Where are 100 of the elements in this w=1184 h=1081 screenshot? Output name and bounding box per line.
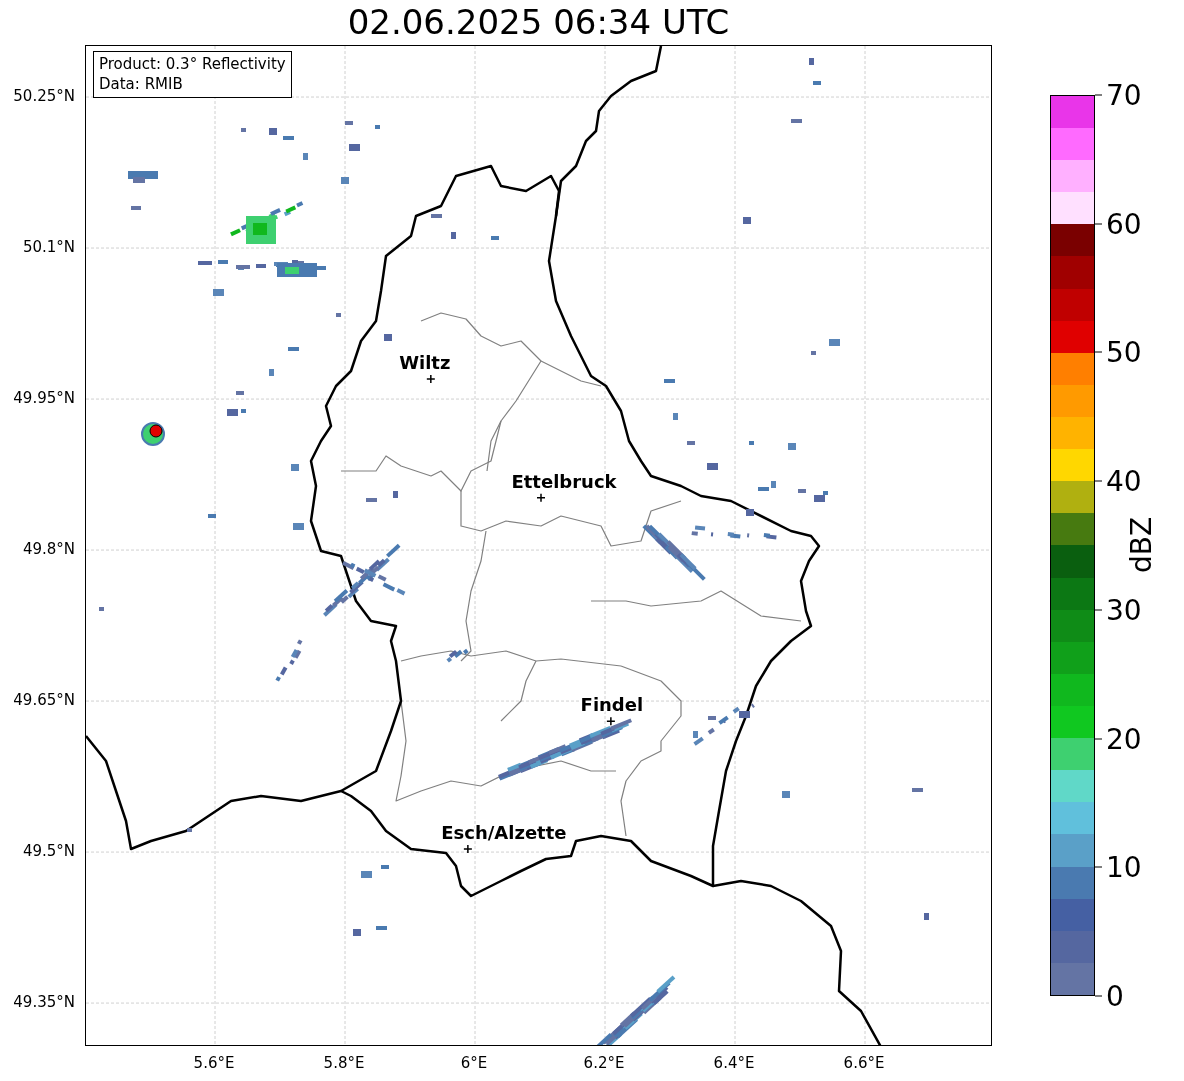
- radar-echo: [912, 788, 923, 792]
- color-swatch: [1051, 320, 1094, 353]
- color-swatch: [1051, 449, 1094, 482]
- radar-echo: [283, 136, 294, 140]
- radar-echo: [788, 443, 796, 450]
- latitude-label: 50.25°N: [13, 87, 75, 106]
- radar-echo: [664, 379, 675, 383]
- colorbar-tick-label: 10: [1095, 850, 1142, 884]
- color-swatch: [1051, 641, 1094, 674]
- color-swatch: [1051, 673, 1094, 706]
- info-text: Data: RMIB: [99, 74, 184, 94]
- radar-echo: [431, 214, 442, 218]
- color-swatch: [1051, 834, 1094, 867]
- map-title: 02.06.2025 06:34 UTC: [347, 5, 730, 39]
- color-swatch: [1051, 898, 1094, 931]
- longitude-label: 6°E: [460, 1054, 488, 1072]
- radar-echo: [687, 441, 695, 445]
- radar-echo: [213, 289, 224, 296]
- radar-echo: [288, 347, 299, 351]
- radar-echo: [303, 153, 308, 160]
- radar-echo: [798, 489, 806, 493]
- radar-echo: [829, 339, 840, 346]
- radar-echo: [924, 913, 929, 920]
- radar-echo: [227, 409, 238, 416]
- color-swatch: [1051, 352, 1094, 385]
- colorbar-tick-label: 40: [1095, 464, 1142, 498]
- color-swatch: [1051, 95, 1094, 129]
- radar-echo: [208, 514, 216, 518]
- color-swatch: [1051, 577, 1094, 610]
- radar-echo: [376, 926, 387, 930]
- color-swatch: [1051, 481, 1094, 514]
- radar-echo: [782, 791, 790, 798]
- info-text: Product: 0.3° Reflectivity: [99, 54, 286, 74]
- radar-echo: [99, 607, 104, 611]
- radar-echo: [446, 648, 469, 663]
- color-swatch: [1051, 802, 1094, 835]
- radar-echo: [743, 217, 751, 224]
- longitude-label: 6.2°E: [583, 1054, 625, 1072]
- radar-echo: [291, 464, 299, 471]
- colorbar-tick-label: 20: [1095, 722, 1142, 756]
- radar-echo: [269, 128, 277, 135]
- color-swatch: [1051, 417, 1094, 450]
- latitude-label: 49.95°N: [13, 389, 75, 408]
- radar-echo: [187, 828, 192, 832]
- city-label: Wiltz: [399, 351, 451, 373]
- radar-echo: [345, 121, 353, 125]
- latitude-label: 49.8°N: [22, 540, 75, 559]
- city-label: Findel: [580, 694, 644, 716]
- color-swatch: [1051, 128, 1094, 161]
- radar-echo: [771, 481, 776, 488]
- radar-echo: [361, 871, 372, 878]
- radar-echo: [451, 232, 456, 239]
- color-swatch: [1051, 609, 1094, 642]
- radar-echo: [366, 498, 377, 502]
- radar-echo: [393, 491, 398, 498]
- city-marker-icon: [536, 492, 546, 503]
- radar-echo: [381, 865, 389, 869]
- radar-echo: [673, 413, 678, 420]
- city-label: Esch/Alzette: [441, 822, 567, 844]
- radar-echo: [758, 487, 769, 491]
- radar-echo: [746, 509, 754, 516]
- radar-echo: [811, 351, 816, 355]
- radar-echo: [813, 81, 821, 85]
- color-swatch: [1051, 930, 1094, 963]
- radar-echo: [791, 119, 802, 123]
- radar-echo: [241, 128, 246, 132]
- color-swatch: [1051, 192, 1094, 225]
- radar-echo: [236, 391, 244, 395]
- color-swatch: [1051, 256, 1094, 289]
- colorbar-tick-label: 0: [1095, 979, 1124, 1013]
- color-swatch: [1051, 866, 1094, 899]
- latitude-label: 49.35°N: [13, 993, 75, 1012]
- radar-echo: [349, 144, 360, 151]
- longitude-label: 5.8°E: [323, 1054, 365, 1072]
- radar-echo: [128, 171, 158, 183]
- color-swatch: [1051, 962, 1094, 995]
- longitude-label: 6.6°E: [843, 1054, 885, 1072]
- color-swatch: [1051, 288, 1094, 321]
- latitude-label: 50.1°N: [22, 238, 75, 257]
- radar-echo: [131, 206, 141, 210]
- color-swatch: [1051, 770, 1094, 803]
- color-swatch: [1051, 545, 1094, 578]
- color-swatch: [1051, 224, 1094, 257]
- radar-echo: [809, 58, 814, 65]
- longitude-label: 5.6°E: [193, 1054, 235, 1072]
- radar-echo: [353, 929, 361, 936]
- radar-echo: [269, 369, 274, 376]
- radar-echo: [241, 409, 246, 413]
- city-marker-icon: [606, 716, 616, 726]
- color-swatch: [1051, 738, 1094, 771]
- colorbar-tick-label: 50: [1095, 335, 1142, 369]
- longitude-label: 6.4°E: [713, 1054, 755, 1072]
- colorbar-tick-label: 70: [1095, 78, 1142, 112]
- radar-echo: [375, 125, 380, 129]
- radar-echo: [491, 236, 499, 240]
- colorbar-tick-label: 30: [1095, 593, 1142, 627]
- color-swatch: [1051, 160, 1094, 193]
- city-label: Ettelbruck: [511, 470, 617, 492]
- city-marker-icon: [426, 374, 436, 384]
- city-marker-icon: [463, 844, 473, 854]
